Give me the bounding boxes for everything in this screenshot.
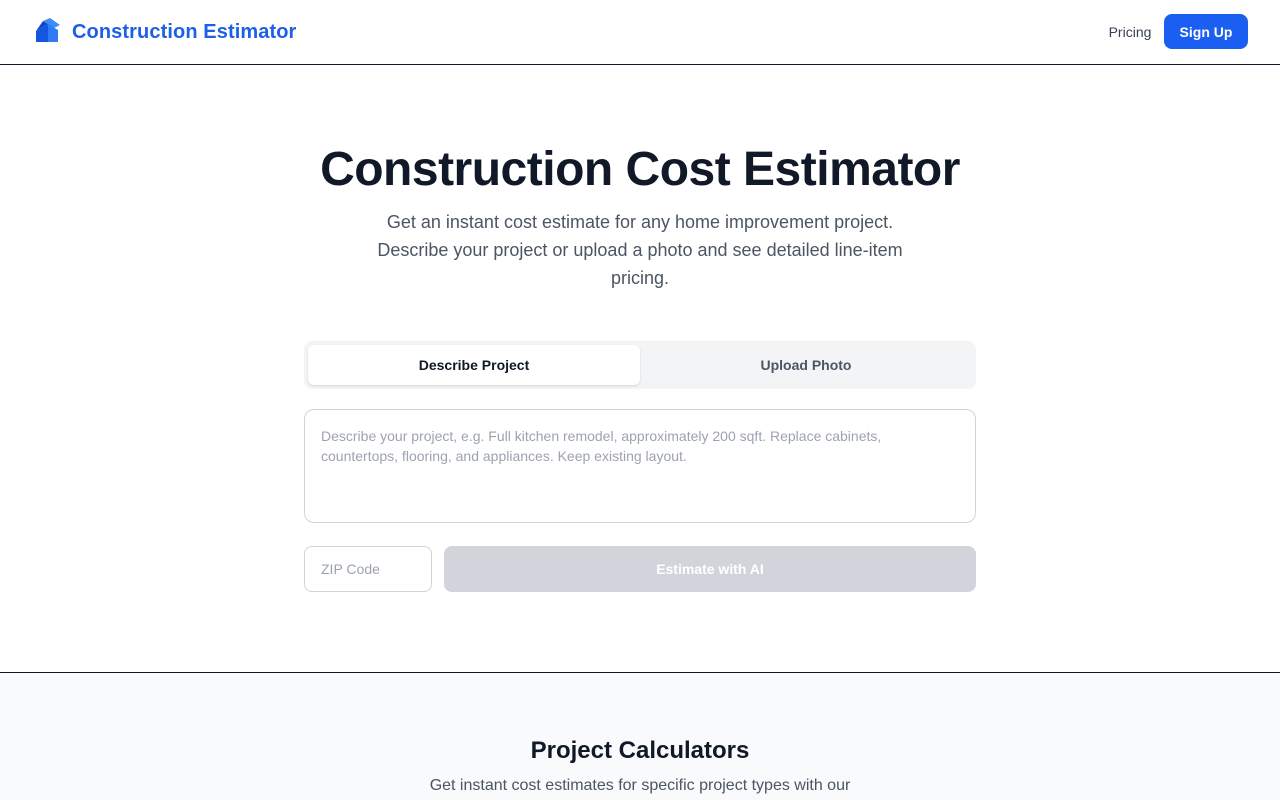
sign-up-button[interactable]: Sign Up: [1164, 14, 1248, 49]
house-cube-icon: [36, 18, 60, 42]
tab-describe-project[interactable]: Describe Project: [308, 345, 640, 385]
brand-name: Construction Estimator: [72, 20, 297, 43]
page-title: Construction Cost Estimator: [320, 143, 960, 196]
brand-logo-link[interactable]: Construction Estimator: [34, 18, 296, 46]
project-calculators-section: Project Calculators Get instant cost est…: [0, 672, 1280, 800]
section-title: Project Calculators: [530, 737, 750, 764]
page-subtitle: Get an instant cost estimate for any hom…: [377, 212, 903, 288]
zip-code-input[interactable]: [304, 546, 432, 592]
section-subtitle: Get instant cost estimates for specific …: [429, 777, 851, 794]
input-mode-tabs: Describe Project Upload Photo: [304, 341, 976, 389]
nav-pricing-link[interactable]: Pricing: [1096, 14, 1164, 49]
project-description-input[interactable]: [304, 409, 976, 523]
top-navigation-bar: Construction Estimator Pricing Sign Up: [0, 0, 1280, 65]
estimate-with-ai-button[interactable]: Estimate with AI: [444, 546, 976, 592]
tab-upload-photo[interactable]: Upload Photo: [640, 345, 972, 385]
